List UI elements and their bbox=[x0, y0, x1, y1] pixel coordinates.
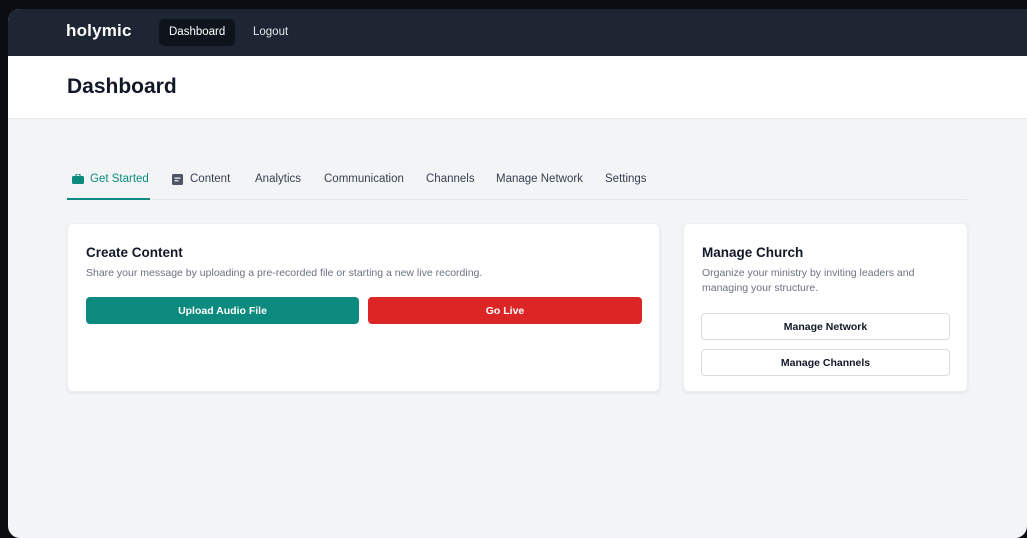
page-title: Dashboard bbox=[67, 75, 177, 98]
tab-label: Communication bbox=[324, 173, 404, 185]
card-description: Organize your ministry by inviting leade… bbox=[702, 267, 915, 294]
nav-logout-button[interactable]: Logout bbox=[243, 19, 298, 46]
tab-label: Get Started bbox=[90, 173, 149, 185]
tab-label: Channels bbox=[426, 173, 475, 185]
document-icon bbox=[172, 174, 184, 185]
upload-audio-button[interactable]: Upload Audio File bbox=[86, 297, 359, 324]
tab-manage-network[interactable]: Manage Network bbox=[496, 167, 583, 200]
app-window: holymic Dashboard Logout Dashboard Get S… bbox=[8, 9, 1027, 538]
manage-network-button[interactable]: Manage Network bbox=[701, 313, 950, 340]
manage-channels-button[interactable]: Manage Channels bbox=[701, 349, 950, 376]
tab-bar: Get Started Content Analytics Communicat… bbox=[67, 167, 967, 200]
manage-church-card: Manage Church Organize your ministry by … bbox=[683, 223, 968, 392]
card-description: Share your message by uploading a pre-re… bbox=[86, 267, 483, 279]
tab-communication[interactable]: Communication bbox=[324, 167, 404, 200]
tab-content[interactable]: Content bbox=[172, 167, 230, 200]
go-live-button[interactable]: Go Live bbox=[368, 297, 642, 324]
brand-logo[interactable]: holymic bbox=[66, 21, 132, 41]
top-navbar: holymic Dashboard Logout bbox=[8, 9, 1027, 56]
nav-dashboard-button[interactable]: Dashboard bbox=[159, 19, 236, 46]
briefcase-icon bbox=[72, 173, 84, 184]
tab-analytics[interactable]: Analytics bbox=[255, 167, 301, 200]
tab-label: Settings bbox=[605, 173, 647, 185]
create-content-card: Create Content Share your message by upl… bbox=[67, 223, 660, 392]
tab-channels[interactable]: Channels bbox=[426, 167, 475, 200]
page-header: Dashboard bbox=[8, 56, 1027, 119]
tab-label: Analytics bbox=[255, 173, 302, 185]
tab-label: Manage Network bbox=[496, 173, 583, 185]
card-title: Create Content bbox=[86, 245, 183, 260]
card-title: Manage Church bbox=[702, 245, 804, 260]
tab-label: Content bbox=[190, 173, 231, 185]
tab-settings[interactable]: Settings bbox=[605, 167, 647, 200]
tab-get-started[interactable]: Get Started bbox=[67, 167, 150, 200]
